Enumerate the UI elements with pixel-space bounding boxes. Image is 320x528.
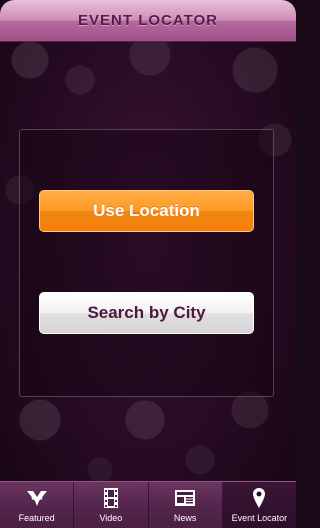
tab-news[interactable]: News xyxy=(149,482,223,528)
tab-label: Event Locator xyxy=(231,513,288,523)
tab-label: Featured xyxy=(18,513,55,523)
film-icon xyxy=(99,486,123,510)
search-by-city-button[interactable]: Search by City xyxy=(39,292,254,334)
tab-video[interactable]: Video xyxy=(74,482,149,528)
location-pin-icon xyxy=(247,486,271,510)
featured-icon xyxy=(25,486,49,510)
tab-label: Video xyxy=(99,513,123,523)
title-bar: EVENT LOCATOR xyxy=(0,0,296,42)
tab-featured[interactable]: Featured xyxy=(0,482,75,528)
page-title: EVENT LOCATOR xyxy=(78,12,218,29)
tab-bar: Featured Video News Event Locator xyxy=(0,481,296,528)
tab-event-locator[interactable]: Event Locator xyxy=(222,482,296,528)
newspaper-icon xyxy=(173,486,197,510)
use-location-button[interactable]: Use Location xyxy=(39,190,254,232)
app-screen: EVENT LOCATOR Use Location Search by Cit… xyxy=(0,0,296,528)
location-panel xyxy=(19,129,274,397)
tab-label: News xyxy=(173,513,197,523)
